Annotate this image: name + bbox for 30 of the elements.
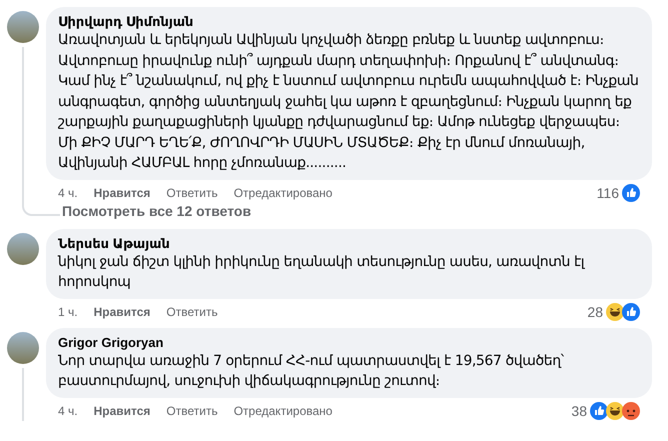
avatar[interactable] [7, 11, 39, 43]
like-link[interactable]: Нравится [94, 404, 150, 418]
avatar[interactable] [7, 332, 39, 364]
avatar[interactable] [7, 232, 39, 264]
author-name[interactable]: Ներսես Աթայան [58, 236, 640, 252]
edited-label: Отредактировано [234, 186, 332, 200]
like-link[interactable]: Нравится [94, 186, 150, 200]
reaction-count[interactable]: 116 [596, 184, 619, 200]
like-reaction-icon [622, 184, 640, 202]
author-name[interactable]: Grigor Grigoryan [58, 334, 640, 350]
comment-text: Նոր տարվա առաջին 7 օրերում ՀՀ-ում պատրաստվել է 19,567 ծվածեղ՝ բաստուրմայով, սուջուխի վիճակագրությունը շուտով։ [58, 352, 565, 391]
like-link[interactable]: Нравится [94, 304, 150, 318]
reply-link[interactable]: Ответить [166, 186, 218, 200]
reaction-count[interactable]: 28 [587, 304, 603, 320]
reaction-count[interactable]: 38 [571, 402, 587, 418]
reply-link[interactable]: Ответить [166, 404, 218, 418]
author-name[interactable]: Սիրվարդ Սիմոնյան [58, 14, 640, 30]
comment-text: Առավոտյան և երեկոյան Ավինյան կոչվածի ձեռքը բռնեք և նստեք ավտոբուս։ Ավտոբուսը իրավունք ունի՞ այդքան մարդ տեղափոխի։ Որքանով է՞ անվտանգ։ Կամ ինչ է՞ նշանակում, ով քիչ է նստում ավտոբուս ուրեմն ապահովված է։ Ինչքան անգրագետ, գործից անտեղյակ ջահել կա աթոռ է զբաղեցնում։ Ինչքան կարող եք շարքային քաղաքացիների կյանքը դժվարացնում եք։ Ամոթ ունեցեք վերջապես։ Մի ՔԻՉ ՄԱՐԴ ԵՂԵ՛Ք, ԺՈՂՈՎՐԴԻ ՄԱՍԻՆ ՄՏԱԾԵՔ։ Քիչ էր մնում մոռանայի, Ավինյանի ՀԱՄԲԱԼ հորը չմոռանաք.......... [58, 31, 640, 173]
timestamp[interactable]: 4 ч. [58, 404, 78, 418]
view-replies-link[interactable]: Посмотреть все 12 ответов [62, 202, 252, 218]
angry-emoji-icon [622, 402, 640, 420]
edited-label: Отредактировано [234, 404, 332, 418]
laughing-emoji-icon [606, 402, 624, 420]
like-reaction-icon [590, 402, 608, 420]
laughing-emoji-icon [606, 302, 624, 320]
timestamp[interactable]: 1 ч. [58, 304, 78, 318]
reply-link[interactable]: Ответить [166, 304, 218, 318]
like-reaction-icon [622, 302, 640, 320]
timestamp[interactable]: 4 ч. [58, 186, 78, 200]
comment-text: նիկոլ ջան ճիշտ կլինի իրիկունը եղանակի տեսությունը ասես, առավոտն էլ հորոսկոպ [58, 252, 586, 292]
